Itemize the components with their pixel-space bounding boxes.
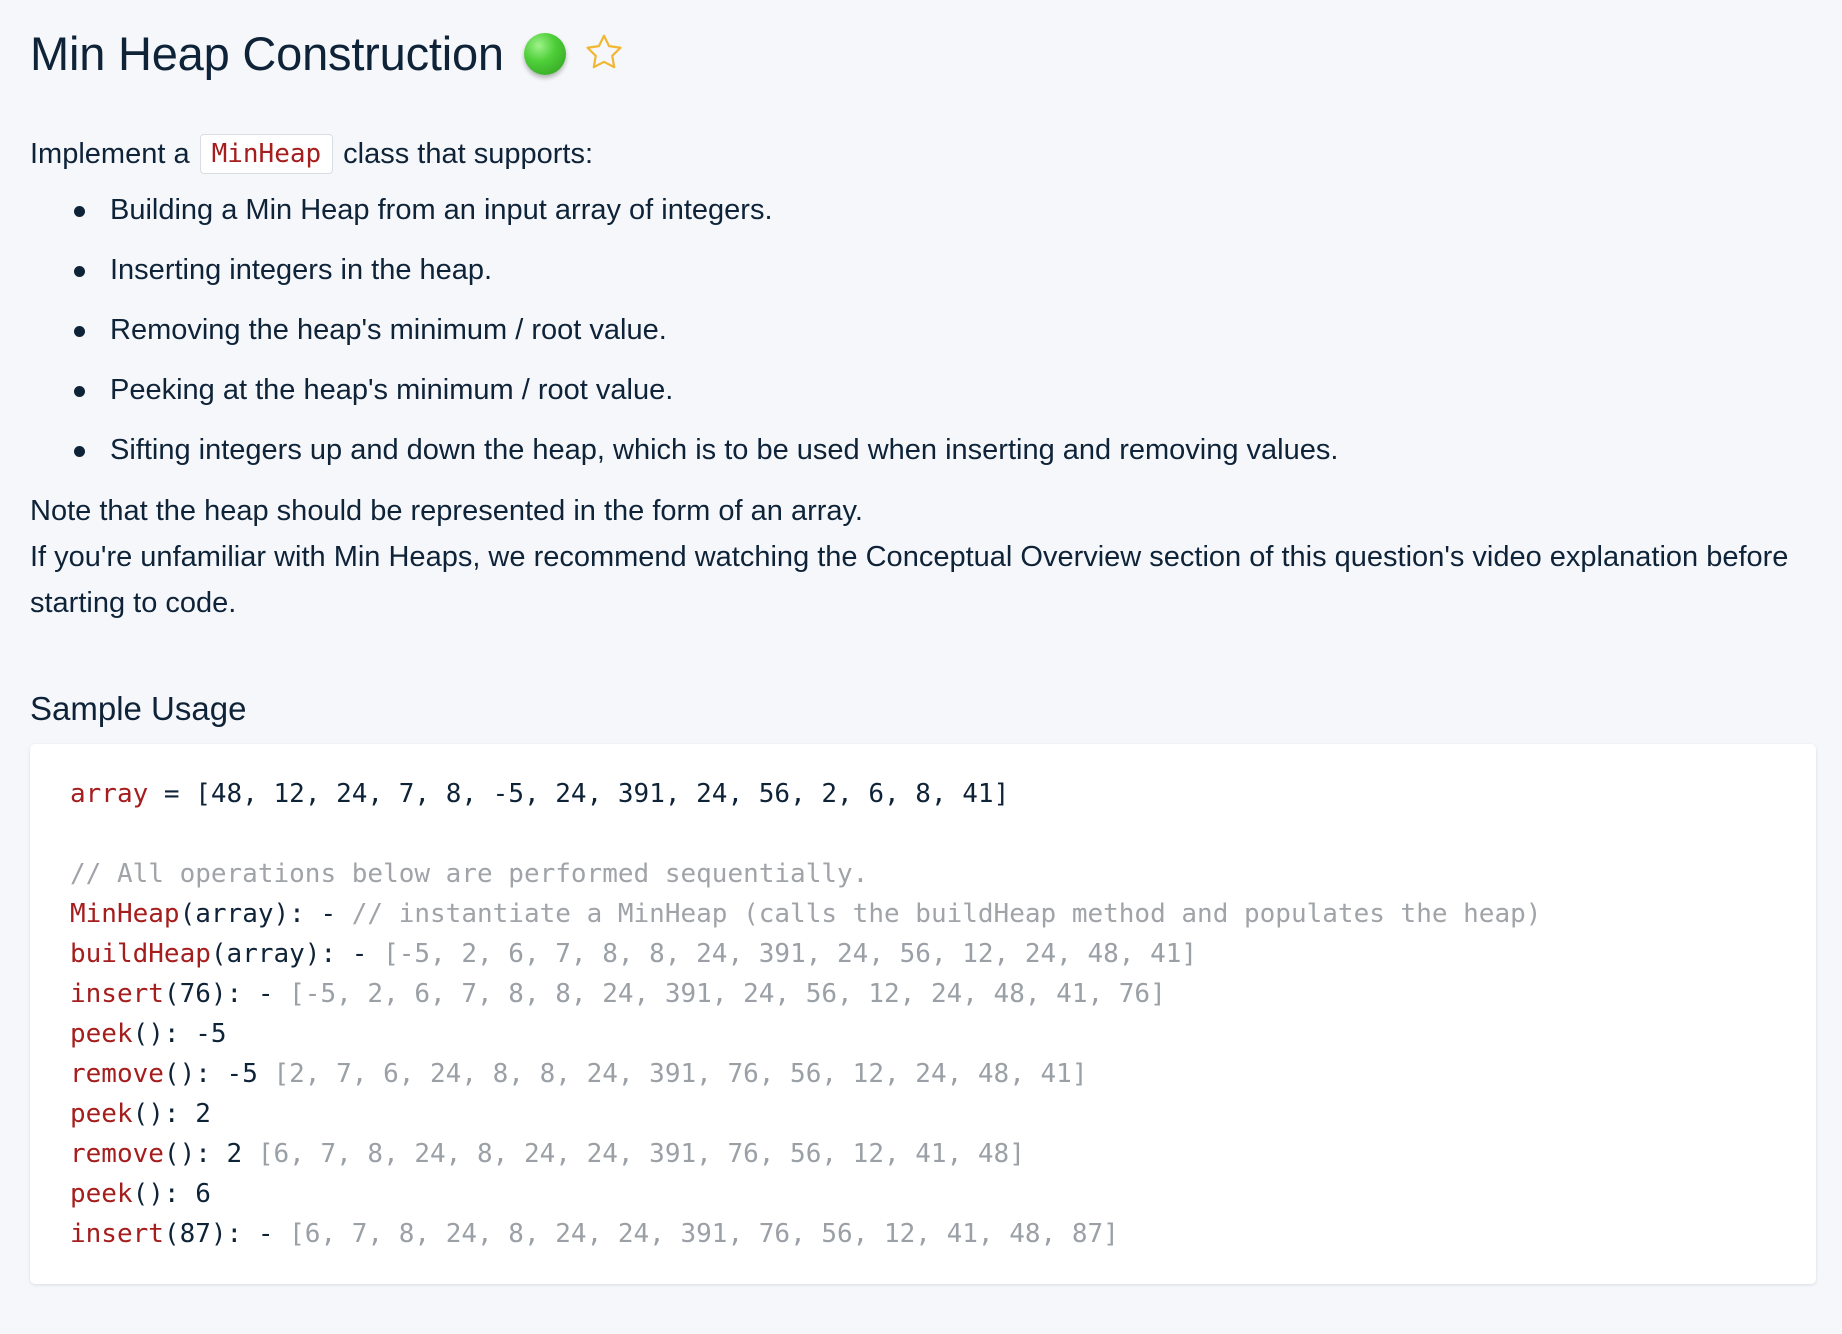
list-item: Building a Min Heap from an input array …: [74, 188, 1842, 232]
requirements-list: Building a Min Heap from an input array …: [30, 188, 1842, 472]
class-name-code: MinHeap: [199, 134, 334, 174]
question-page: Min Heap Construction Implement a MinHea…: [0, 0, 1842, 1334]
operation-args: (array): -: [179, 899, 352, 929]
code-line-array: array = [48, 12, 24, 7, 8, -5, 24, 391, …: [70, 774, 1816, 814]
star-outline-icon[interactable]: [582, 31, 626, 75]
difficulty-indicator-icon: [523, 33, 566, 75]
operation-name: remove: [70, 1059, 164, 1089]
list-item: Sifting integers up and down the heap, w…: [74, 428, 1842, 472]
code-line-operation: remove(): -5 [2, 7, 6, 24, 8, 8, 24, 391…: [70, 1054, 1816, 1094]
code-line-operation: insert(76): - [-5, 2, 6, 7, 8, 8, 24, 39…: [70, 974, 1816, 1014]
array-variable: array: [70, 779, 149, 809]
operation-result: [-5, 2, 6, 7, 8, 8, 24, 391, 24, 56, 12,…: [383, 939, 1198, 969]
operation-args: (array): -: [210, 939, 384, 969]
operation-result: // instantiate a MinHeap (calls the buil…: [351, 899, 1542, 929]
operation-name: peek: [70, 1099, 133, 1129]
intro-text-before: Implement a: [30, 137, 190, 170]
code-line-operation: insert(87): - [6, 7, 8, 24, 8, 24, 24, 3…: [70, 1214, 1816, 1254]
code-line-operation: peek(): -5: [70, 1014, 1816, 1054]
operation-name: MinHeap: [70, 899, 180, 929]
title-row: Min Heap Construction: [30, 20, 1842, 86]
operation-args: (76): -: [163, 979, 290, 1009]
operation-result: [6, 7, 8, 24, 8, 24, 24, 391, 76, 56, 12…: [257, 1139, 1025, 1169]
code-line-operation: remove(): 2 [6, 7, 8, 24, 8, 24, 24, 391…: [70, 1134, 1816, 1174]
list-item: Inserting integers in the heap.: [74, 248, 1842, 292]
operation-name: peek: [70, 1019, 133, 1049]
operation-name: buildHeap: [70, 939, 211, 969]
list-item: Removing the heap's minimum / root value…: [74, 308, 1842, 352]
question-title: Min Heap Construction: [30, 26, 504, 80]
code-line-operation: peek(): 6: [70, 1174, 1816, 1214]
video-recommendation: If you're unfamiliar with Min Heaps, we …: [30, 541, 1789, 619]
code-line-operation: buildHeap(array): - [-5, 2, 6, 7, 8, 8, …: [70, 934, 1816, 974]
operation-result: [6, 7, 8, 24, 8, 24, 24, 391, 76, 56, 12…: [289, 1219, 1119, 1249]
operation-args: (): -5: [132, 1019, 227, 1049]
operation-name: insert: [70, 979, 164, 1009]
assign-operator: =: [148, 779, 196, 809]
intro-text-after: class that supports:: [343, 137, 593, 170]
operation-name: peek: [70, 1179, 133, 1209]
code-line-operation: MinHeap(array): - // instantiate a MinHe…: [70, 894, 1816, 934]
operation-args: (): 6: [132, 1179, 211, 1209]
operation-result: [2, 7, 6, 24, 8, 8, 24, 391, 76, 56, 12,…: [273, 1059, 1088, 1089]
operation-args: (): 2: [132, 1099, 211, 1129]
list-item: Peeking at the heap's minimum / root val…: [74, 368, 1842, 412]
operation-args: (): 2: [163, 1139, 258, 1169]
operation-name: remove: [70, 1139, 164, 1169]
code-line-operation: peek(): 2: [70, 1094, 1816, 1134]
intro-paragraph: Implement a MinHeap class that supports:: [30, 134, 1842, 174]
operation-name: insert: [70, 1219, 164, 1249]
array-value: [48, 12, 24, 7, 8, -5, 24, 391, 24, 56, …: [195, 779, 1010, 809]
array-note: Note that the heap should be represented…: [30, 495, 863, 527]
code-comment: // All operations below are performed se…: [70, 859, 869, 889]
operation-args: (87): -: [163, 1219, 290, 1249]
operation-args: (): -5: [163, 1059, 274, 1089]
sample-usage-code-block: array = [48, 12, 24, 7, 8, -5, 24, 391, …: [30, 744, 1816, 1284]
sample-usage-heading: Sample Usage: [30, 690, 247, 727]
operation-result: [-5, 2, 6, 7, 8, 8, 24, 391, 24, 56, 12,…: [289, 979, 1166, 1009]
